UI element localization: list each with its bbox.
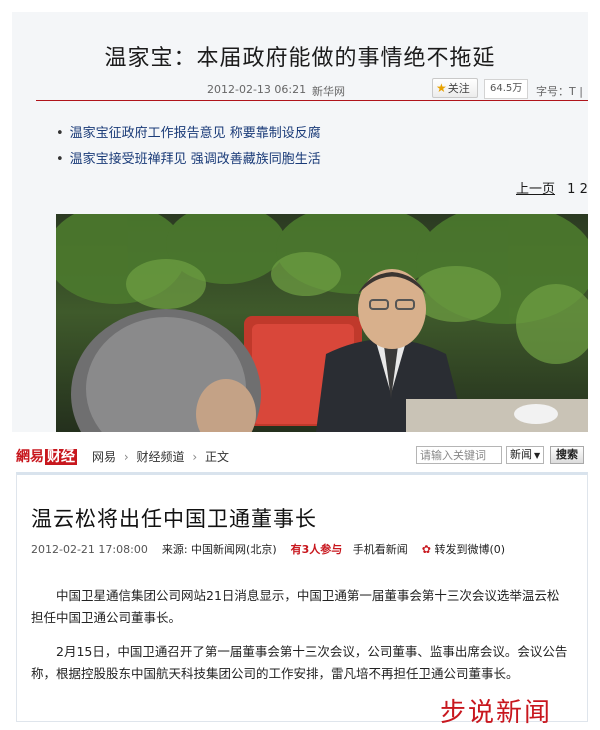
bottom-article-panel: 網易 财经 网易 › 财经频道 › 正文 请输入关键词 新闻 ▼ 搜索 温云松将出任… [12, 432, 588, 730]
watermark-stamp: 步说新闻 [440, 698, 553, 728]
follow-count: 64.5万 [484, 79, 529, 99]
top-article-meta: 2012-02-13 06:21 新华网 ★关注 64.5万 字号：T | [12, 78, 588, 102]
search-input[interactable]: 请输入关键词 [416, 446, 502, 464]
share-weibo-link[interactable]: 转发到微博(0) [435, 543, 506, 556]
top-article-date: 2012-02-13 06:21 [207, 83, 307, 96]
article-paragraph: 2月15日，中国卫通召开了第一届董事会第十三次会议，公司董事、监事出席会议。会议… [31, 644, 568, 681]
site-logo[interactable]: 網易 财经 [16, 446, 77, 466]
follow-label: 关注 [447, 82, 470, 95]
photo-meeting-icon [56, 214, 588, 432]
article-title: 温云松将出任中国卫通董事长 [31, 507, 317, 531]
site-nav: 網易 财经 网易 › 财经频道 › 正文 请输入关键词 新闻 ▼ 搜索 [12, 432, 588, 472]
chevron-right-icon: › [123, 450, 129, 464]
article-source: 来源: 中国新闻网(北京) [161, 543, 277, 556]
breadcrumb-channel[interactable]: 财经频道 [136, 450, 184, 464]
pager: 上一页 1 2 [516, 178, 588, 197]
article-body: 中国卫星通信集团公司网站21日消息显示，中国卫通第一届董事会第十三次会议选举温云… [31, 585, 571, 697]
breadcrumb-home[interactable]: 网易 [92, 450, 116, 464]
search-button[interactable]: 搜索 [550, 446, 584, 464]
font-size-control[interactable]: 字号：T | [536, 83, 583, 99]
top-article-panel: 温家宝：本届政府能做的事情绝不拖延 2012-02-13 06:21 新华网 ★… [12, 12, 588, 432]
follow-button[interactable]: ★关注 [432, 78, 478, 98]
page-2-link[interactable]: 2 [580, 182, 588, 197]
article-paragraph: 中国卫星通信集团公司网站21日消息显示，中国卫通第一届董事会第十三次会议选举温云… [31, 588, 560, 625]
article-photo [56, 214, 588, 432]
top-article-source[interactable]: 新华网 [312, 83, 345, 99]
page-1-link[interactable]: 1 [567, 182, 575, 197]
article-card: 温云松将出任中国卫通董事长 2012-02-21 17:08:00 来源: 中国… [16, 472, 588, 722]
article-datetime: 2012-02-21 17:08:00 [31, 543, 148, 556]
article-meta: 2012-02-21 17:08:00 来源: 中国新闻网(北京) 有3人参与 … [31, 541, 505, 557]
top-article-title: 温家宝：本届政府能做的事情绝不拖延 [104, 46, 496, 71]
breadcrumb: 网易 › 财经频道 › 正文 [92, 448, 229, 465]
mobile-news-link[interactable]: 手机看新闻 [353, 543, 408, 556]
participants-link[interactable]: 有3人参与 [291, 543, 343, 556]
chevron-right-icon: › [192, 450, 198, 464]
related-links: • 温家宝征政府工作报告意见 称要靠制设反腐 • 温家宝接受班禅拜见 强调改善藏族同… [56, 122, 321, 174]
chevron-down-icon: ▼ [534, 451, 541, 460]
related-link[interactable]: • 温家宝接受班禅拜见 强调改善藏族同胞生活 [56, 148, 321, 174]
prev-page-link[interactable]: 上一页 [516, 182, 555, 197]
star-icon: ★ [436, 81, 447, 95]
weibo-icon: ✿ [421, 543, 431, 556]
search-scope-select[interactable]: 新闻 ▼ [506, 446, 544, 464]
related-link[interactable]: • 温家宝征政府工作报告意见 称要靠制设反腐 [56, 122, 321, 148]
title-divider [36, 100, 588, 101]
breadcrumb-current: 正文 [204, 450, 229, 464]
